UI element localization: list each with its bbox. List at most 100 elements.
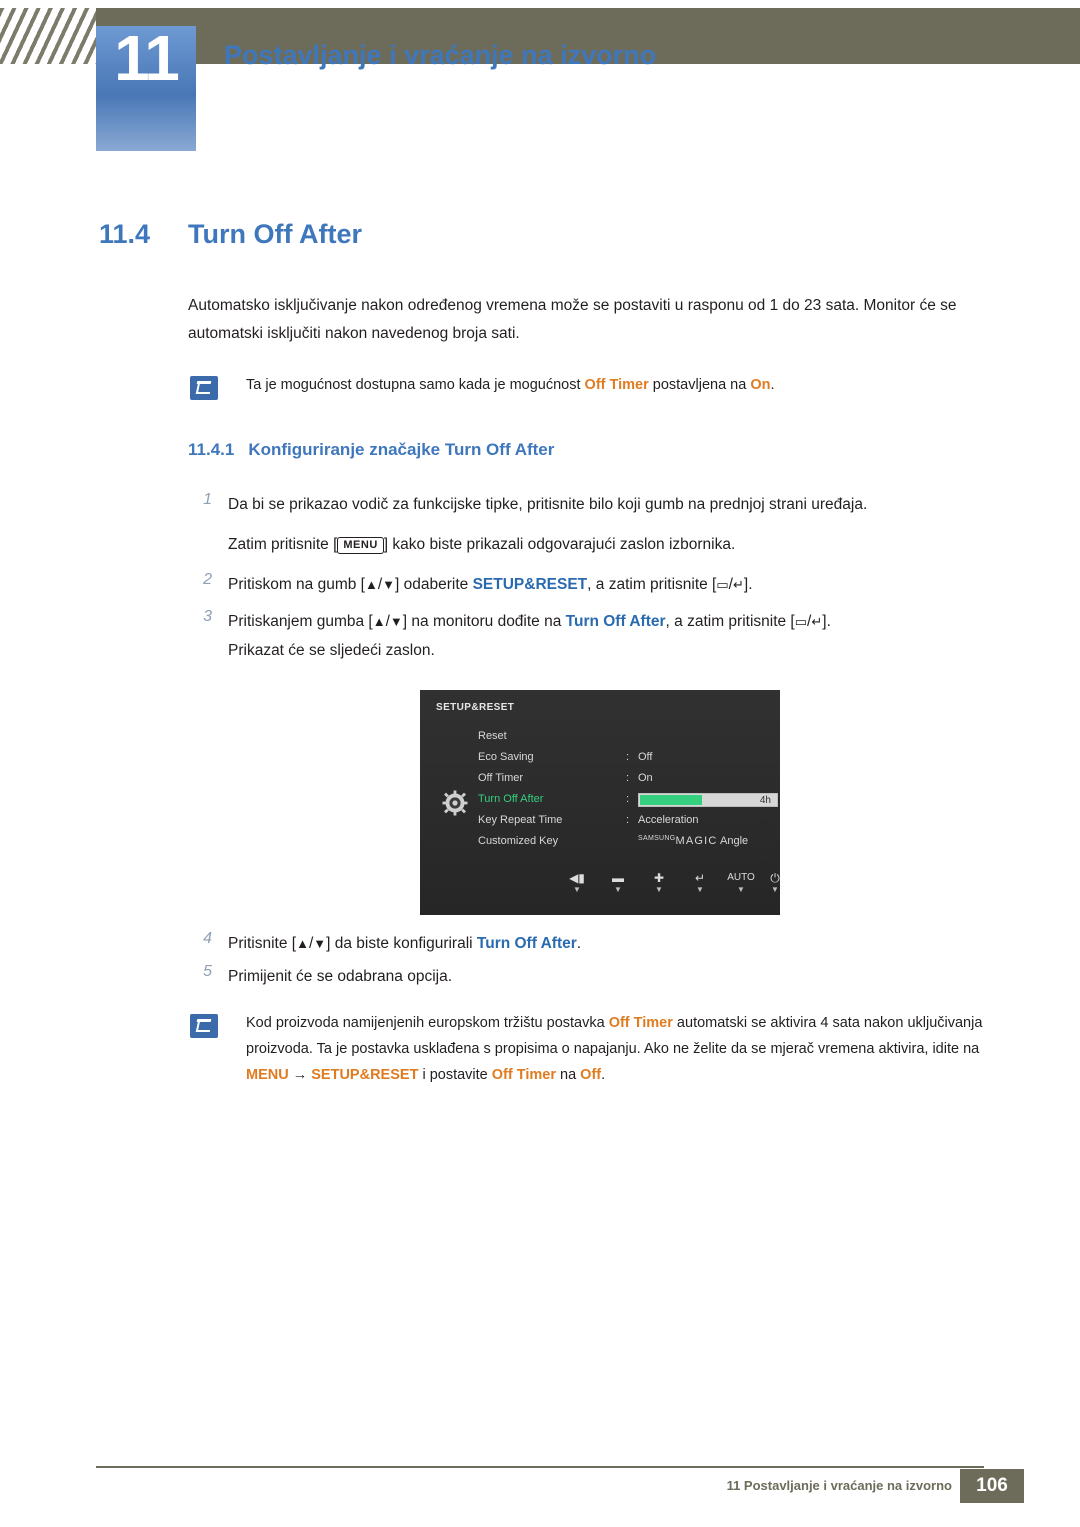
step3-item-ref: Turn Off After [565, 613, 666, 630]
up-arrow-icon: ▲ [364, 577, 378, 592]
osd-value: Acceleration [638, 814, 699, 826]
osd-button-bar: ◀▮ ▼ ▬ ▼ ✚ ▼ ↵ ▼ AUTO ▼ ⏻ ▼ [420, 871, 780, 905]
osd-button-minus[interactable]: ▬ ▼ [601, 871, 635, 895]
subsection-title: Konfiguriranje značajke Turn Off After [248, 440, 555, 459]
note1-text-after: . [770, 377, 775, 393]
step2-menu-ref: SETUP&RESET [472, 576, 588, 593]
osd-row-reset[interactable]: Reset [478, 726, 768, 747]
section-title: Turn Off After [188, 219, 362, 249]
footer-divider [96, 1466, 984, 1468]
osd-label: Key Repeat Time [478, 814, 563, 826]
note2-h1: Off Timer [608, 1015, 673, 1031]
osd-row-turn-off-after[interactable]: Turn Off After : 4h [478, 789, 778, 810]
step-number-1: 1 [203, 491, 212, 508]
step-2-text: Pritiskom na gumb [▲/▼] odaberite SETUP&… [228, 576, 753, 593]
step-number-3: 3 [203, 608, 212, 625]
osd-value: Off [638, 751, 653, 763]
down-arrow-icon: ▼ [382, 577, 396, 592]
osd-label: Off Timer [478, 772, 524, 784]
note2-t6: . [601, 1067, 606, 1083]
osd-row-off-timer[interactable]: Off Timer : On [478, 768, 768, 789]
step1b-after: ] kako biste prikazali odgovarajući zasl… [383, 536, 736, 553]
magic-label: MAGIC [675, 835, 718, 847]
step1b-before: Zatim pritisnite [ [228, 536, 338, 553]
osd-value: Angle [720, 835, 749, 847]
subsection-heading: 11.4.1 Konfiguriranje značajke Turn Off A… [188, 440, 554, 460]
chevron-down-icon: ▼ [696, 885, 704, 894]
magic-angle-value: SAMSUNGMAGIC Angle [638, 831, 748, 853]
step-1-text: Da bi se prikazao vodič za funkcijske ti… [228, 496, 868, 513]
step3-before: Pritiskanjem gumba [ [228, 613, 373, 630]
step-4-text: Pritisnite [▲/▼] da biste konfigurirali … [228, 930, 1018, 958]
gear-icon [442, 790, 468, 816]
osd-title: SETUP&RESET [436, 702, 515, 713]
box-icon: ▭ [716, 577, 729, 592]
samsung-brand-label: SAMSUNG [638, 835, 676, 842]
step3-mid2: , a zatim pritisnite [ [665, 613, 795, 630]
back-icon: ◀▮ [569, 871, 585, 885]
chevron-down-icon: ▼ [737, 885, 745, 894]
step-3b-text: Prikazat će se sljedeći zaslon. [228, 642, 435, 659]
turn-off-after-slider[interactable]: 4h [638, 793, 778, 807]
osd-label: Customized Key [478, 835, 559, 847]
header-hatch-decoration [0, 8, 96, 64]
intro-paragraph: Automatsko isključivanje nakon određenog… [188, 297, 957, 342]
footer-chapter-label: 11 Postavljanje i vraćanje na izvorno [726, 1478, 952, 1493]
enter-icon: ↵ [732, 577, 744, 592]
page-header: 11 Postavljanje i vraćanje na izvorno [0, 0, 1080, 151]
note1-highlight-on: On [750, 377, 771, 393]
note2-h2: MENU [246, 1067, 289, 1083]
step-number-5: 5 [203, 963, 212, 980]
osd-button-plus[interactable]: ✚ ▼ [642, 871, 676, 895]
enter-icon: ↵ [811, 614, 823, 629]
note1-text-mid: postavljena na [648, 377, 751, 393]
note1-text-before: Ta je mogućnost dostupna samo kada je mo… [246, 377, 585, 393]
step2-mid2: , a zatim pritisnite [ [587, 576, 717, 593]
note-icon [190, 376, 218, 400]
plus-icon: ✚ [653, 871, 665, 885]
osd-button-auto[interactable]: AUTO ▼ [720, 871, 762, 895]
note2-h4: Off Timer [491, 1067, 556, 1083]
auto-label: AUTO [727, 872, 755, 883]
chevron-down-icon: ▼ [573, 885, 581, 894]
osd-row-customized-key[interactable]: Customized Key SAMSUNGMAGIC Angle [478, 831, 768, 852]
osd-colon: : [626, 772, 630, 784]
minus-icon: ▬ [612, 871, 624, 885]
header-title: Postavljanje i vraćanje na izvorno [224, 40, 657, 70]
step2-mid: ] odaberite [395, 576, 473, 593]
note2-arrow: → [288, 1067, 312, 1083]
osd-value: On [638, 772, 653, 784]
note2-h3: SETUP&RESET [311, 1067, 419, 1083]
step-5-text: Primijenit će se odabrana opcija. [228, 968, 453, 985]
step4-item-ref: Turn Off After [476, 935, 577, 952]
note-two: Kod proizvoda namijenjenih europskom trž… [246, 1010, 1006, 1088]
step4-mid: ] da biste konfigurirali [326, 935, 477, 952]
up-arrow-icon: ▲ [296, 936, 309, 951]
step3-after: ]. [822, 613, 831, 630]
osd-button-power[interactable]: ⏻ ▼ [758, 871, 792, 895]
page-number: 106 [960, 1469, 1024, 1503]
osd-row-eco-saving[interactable]: Eco Saving : Off [478, 747, 768, 768]
osd-button-enter[interactable]: ↵ ▼ [683, 871, 717, 895]
note2-t4: i postavite [418, 1067, 492, 1083]
step-3-text: Pritiskanjem gumba [▲/▼] na monitoru dođ… [228, 613, 831, 630]
step3-mid: ] na monitoru dođite na [402, 613, 566, 630]
step4-after: . [576, 935, 582, 952]
note2-h5: Off [580, 1067, 602, 1083]
down-arrow-icon: ▼ [389, 614, 403, 629]
osd-row-key-repeat-time[interactable]: Key Repeat Time : Acceleration [478, 810, 768, 831]
note2-t5: na [555, 1067, 581, 1083]
chapter-number: 11 [114, 22, 180, 94]
slider-fill [640, 795, 703, 805]
enter-icon: ↵ [694, 871, 706, 885]
step2-after: ]. [743, 576, 753, 593]
up-arrow-icon: ▲ [372, 614, 386, 629]
note-one: Ta je mogućnost dostupna samo kada je mo… [246, 372, 1006, 398]
osd-label: Turn Off After [478, 793, 544, 805]
step-number-4: 4 [203, 930, 212, 947]
osd-button-back[interactable]: ◀▮ ▼ [560, 871, 594, 895]
note-icon [190, 1014, 218, 1038]
chevron-down-icon: ▼ [614, 885, 622, 894]
slider-value: 4h [759, 795, 771, 806]
note2-t1: Kod proizvoda namijenjenih europskom trž… [246, 1015, 609, 1031]
